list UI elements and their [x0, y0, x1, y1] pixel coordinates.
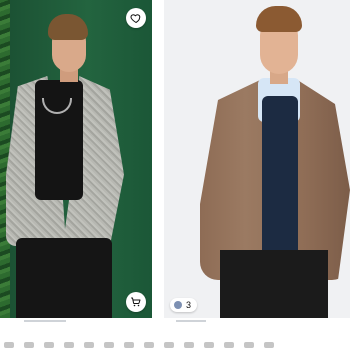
- swatch: [24, 342, 34, 348]
- navy-sweater-vest: [262, 96, 298, 266]
- image-pagination-indicator-left: [24, 320, 66, 322]
- black-pants: [16, 238, 112, 318]
- swatch: [204, 342, 214, 348]
- heart-icon: [130, 14, 141, 23]
- add-to-cart-button[interactable]: [126, 292, 146, 312]
- image-pagination-indicator-right: [176, 320, 206, 322]
- swatch: [84, 342, 94, 348]
- swatch: [104, 342, 114, 348]
- cart-icon: [131, 297, 141, 307]
- swatch: [64, 342, 74, 348]
- hair: [256, 6, 302, 32]
- wishlist-button[interactable]: [126, 8, 146, 28]
- color-variants-badge[interactable]: 3: [170, 298, 198, 312]
- color-dot-icon: [174, 301, 182, 309]
- swatch: [4, 342, 14, 348]
- variants-count: 3: [186, 300, 192, 310]
- product-card-1[interactable]: [0, 0, 152, 318]
- swatch: [44, 342, 54, 348]
- product-card-2[interactable]: [164, 0, 350, 318]
- swatch: [124, 342, 134, 348]
- swatch: [244, 342, 254, 348]
- black-pants: [220, 250, 328, 318]
- swatch: [224, 342, 234, 348]
- swatch: [184, 342, 194, 348]
- swatch: [264, 342, 274, 348]
- swatch: [144, 342, 154, 348]
- swatch: [164, 342, 174, 348]
- product-grid-screen: 3: [0, 0, 350, 350]
- bottom-swatch-strip: [0, 342, 350, 350]
